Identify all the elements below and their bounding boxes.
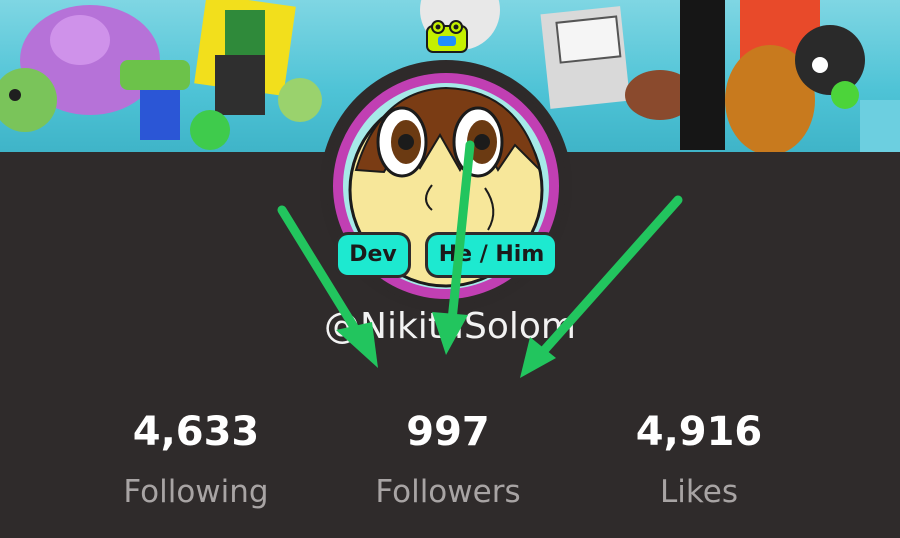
following-count: 4,633 xyxy=(132,409,260,455)
followers-label: Followers xyxy=(375,474,521,510)
following-label: Following xyxy=(123,474,269,510)
frog-icon xyxy=(426,20,468,53)
pronoun-badge: He / Him xyxy=(428,235,555,275)
likes-count: 4,916 xyxy=(635,409,763,455)
followers-count: 997 xyxy=(406,409,490,455)
stat-followers[interactable]: 997 Followers xyxy=(328,408,568,512)
role-badge: Dev xyxy=(338,235,408,275)
stat-following[interactable]: 4,633 Following xyxy=(76,408,316,512)
username: @NikitaSolom xyxy=(324,306,576,347)
profile-page: Dev He / Him @NikitaSolom 4,633 Followin… xyxy=(0,0,900,538)
stat-likes[interactable]: 4,916 Likes xyxy=(579,408,819,512)
likes-label: Likes xyxy=(660,474,738,510)
